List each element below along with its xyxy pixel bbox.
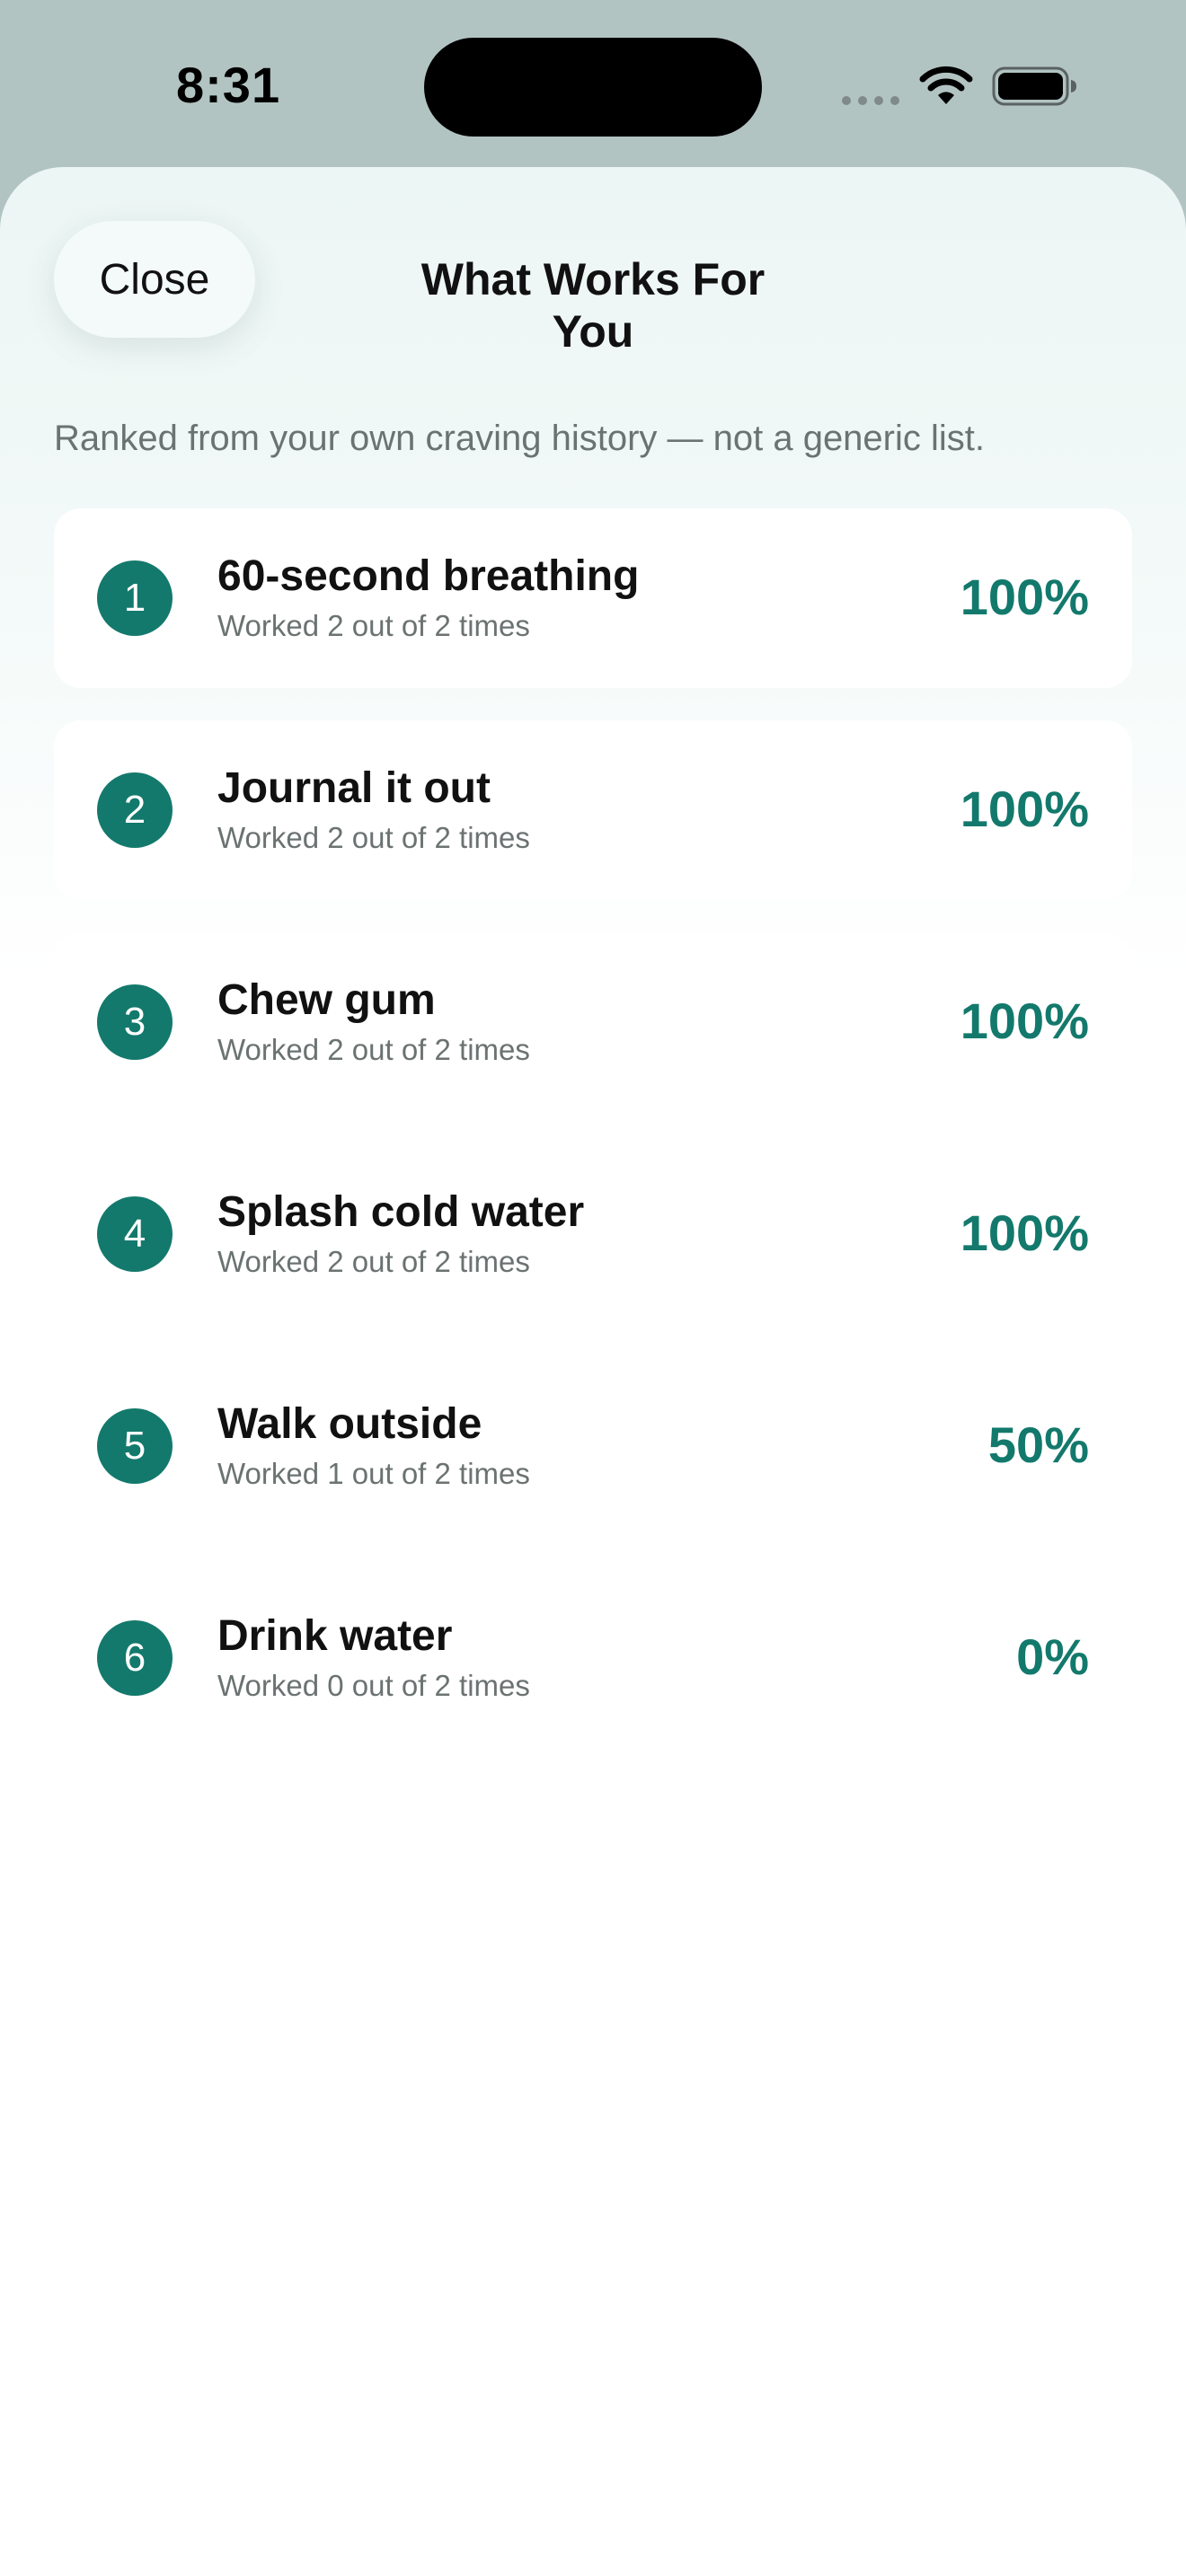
item-name: 60-second breathing	[217, 552, 640, 600]
success-percent: 100%	[960, 781, 1089, 837]
list-item[interactable]: 6 Drink water Worked 0 out of 2 times 0%	[54, 1568, 1132, 1748]
success-percent: 50%	[987, 1416, 1089, 1473]
rank-badge: 2	[97, 772, 173, 848]
item-detail: Worked 2 out of 2 times	[217, 1033, 530, 1066]
item-detail: Worked 2 out of 2 times	[217, 821, 530, 854]
list-item[interactable]: 2 Journal it out Worked 2 out of 2 times…	[54, 720, 1132, 900]
sheet: Close What Works For You Ranked from you…	[0, 167, 1186, 2576]
success-percent: 0%	[1016, 1628, 1089, 1685]
item-name: Drink water	[217, 1612, 453, 1660]
dynamic-island	[424, 38, 762, 137]
rank-badge: 5	[97, 1408, 173, 1484]
rank-badge: 1	[97, 560, 173, 636]
list-item[interactable]: 3 Chew gum Worked 2 out of 2 times 100%	[54, 932, 1132, 1112]
list-item[interactable]: 5 Walk outside Worked 1 out of 2 times 5…	[54, 1356, 1132, 1536]
page-title: What Works For You	[420, 254, 766, 357]
item-detail: Worked 2 out of 2 times	[217, 609, 530, 642]
success-percent: 100%	[960, 992, 1089, 1049]
battery-icon	[992, 66, 1076, 106]
item-name: Walk outside	[217, 1400, 482, 1448]
list-item[interactable]: 4 Splash cold water Worked 2 out of 2 ti…	[54, 1144, 1132, 1324]
ranked-list: 1 60-second breathing Worked 2 out of 2 …	[54, 508, 1132, 1780]
item-name: Chew gum	[217, 976, 436, 1024]
item-name: Splash cold water	[217, 1188, 585, 1236]
status-time: 8:31	[176, 57, 281, 113]
success-percent: 100%	[960, 569, 1089, 625]
subtitle: Ranked from your own craving history — n…	[54, 419, 985, 458]
item-detail: Worked 2 out of 2 times	[217, 1245, 530, 1278]
rank-badge: 6	[97, 1620, 173, 1696]
rank-badge: 3	[97, 984, 173, 1060]
item-detail: Worked 0 out of 2 times	[217, 1669, 530, 1702]
list-item[interactable]: 1 60-second breathing Worked 2 out of 2 …	[54, 508, 1132, 688]
status-bar: 8:31	[0, 0, 1186, 167]
close-button[interactable]: Close	[54, 221, 255, 338]
wifi-icon	[919, 66, 973, 104]
item-name: Journal it out	[217, 764, 491, 812]
rank-badge: 4	[97, 1196, 173, 1272]
success-percent: 100%	[960, 1204, 1089, 1261]
item-detail: Worked 1 out of 2 times	[217, 1457, 530, 1490]
signal-icon	[842, 96, 899, 105]
